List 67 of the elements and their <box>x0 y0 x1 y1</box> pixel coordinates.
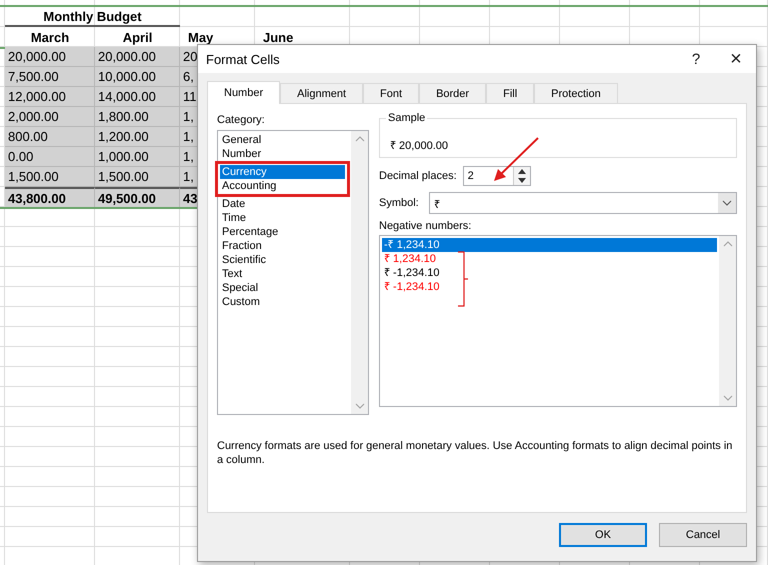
category-item[interactable]: Time <box>220 211 349 225</box>
table-cell[interactable]: 14,000.00 <box>95 87 180 107</box>
category-item[interactable]: Text <box>220 267 349 281</box>
total-cell[interactable]: 43,800.00 <box>5 187 95 207</box>
scroll-down-icon[interactable] <box>354 403 364 409</box>
scrollbar[interactable] <box>351 131 368 414</box>
negative-format-item[interactable]: ₹ -1,234.10 <box>382 266 717 280</box>
help-button[interactable]: ? <box>676 46 716 72</box>
decimal-places-spinner[interactable]: 2 <box>462 166 531 186</box>
table-cell[interactable]: 20,000.00 <box>95 47 180 67</box>
decimal-places-label: Decimal places: <box>379 170 457 182</box>
table-cell[interactable]: 1,200.00 <box>95 127 180 147</box>
table-cell[interactable]: 1,500.00 <box>95 167 180 187</box>
description-text: Currency formats are used for general monetary values. Use Accounting formats to align decimal points in a column. <box>217 439 734 467</box>
table-cell[interactable]: 10,000.00 <box>95 67 180 87</box>
category-item[interactable]: Custom <box>220 295 349 309</box>
category-item[interactable]: Special <box>220 281 349 295</box>
symbol-label: Symbol: <box>379 197 419 209</box>
negative-format-item[interactable]: ₹ -1,234.10 <box>382 280 717 294</box>
bracket-mark <box>457 251 469 307</box>
category-item[interactable]: General <box>220 133 349 147</box>
category-item[interactable]: Date <box>220 197 349 211</box>
spin-down-icon[interactable] <box>518 178 526 183</box>
ok-button[interactable]: OK <box>559 523 647 547</box>
column-header: March <box>30 28 70 46</box>
symbol-dropdown[interactable]: ₹ <box>428 192 737 214</box>
chevron-down-icon[interactable] <box>722 200 732 206</box>
close-button[interactable]: × <box>716 46 756 72</box>
table-cell[interactable]: 800.00 <box>5 127 95 147</box>
tab[interactable]: Font <box>363 83 420 103</box>
tab[interactable]: Number <box>207 81 280 104</box>
cancel-button[interactable]: Cancel <box>659 523 747 547</box>
tab[interactable]: Border <box>419 83 486 103</box>
table-cell[interactable]: 20,000.00 <box>5 47 95 67</box>
category-item[interactable]: Number <box>220 147 349 161</box>
tab[interactable]: Fill <box>486 83 534 103</box>
table-cell[interactable]: 1,800.00 <box>95 107 180 127</box>
negative-format-item[interactable]: -₹ 1,234.10 <box>382 238 717 252</box>
spin-up-icon[interactable] <box>518 169 526 174</box>
scroll-up-icon[interactable] <box>354 136 364 142</box>
table-cell[interactable]: 1,500.00 <box>5 167 95 187</box>
sample-label: Sample <box>386 112 428 124</box>
total-cell[interactable]: 49,500.00 <box>95 187 180 207</box>
category-item[interactable]: Scientific <box>220 253 349 267</box>
sheet-title: Monthly Budget <box>5 7 180 27</box>
scroll-down-icon[interactable] <box>722 395 732 401</box>
column-header: May <box>187 28 214 46</box>
category-label: Category: <box>217 114 266 126</box>
sample-value: ₹ 20,000.00 <box>390 139 448 152</box>
table-cell[interactable]: 0.00 <box>5 147 95 167</box>
dialog-title: Format Cells <box>206 52 281 66</box>
scroll-up-icon[interactable] <box>722 241 732 247</box>
column-header: June <box>262 28 294 46</box>
table-cell[interactable]: 7,500.00 <box>5 67 95 87</box>
tab[interactable]: Alignment <box>280 83 364 103</box>
table-cell[interactable]: 1,000.00 <box>95 147 180 167</box>
negative-format-item[interactable]: ₹ 1,234.10 <box>382 252 717 266</box>
category-item[interactable]: Currency <box>220 165 345 179</box>
tab[interactable]: Protection <box>534 83 618 103</box>
scrollbar[interactable] <box>719 236 736 406</box>
category-item[interactable]: Percentage <box>220 225 349 239</box>
category-item[interactable]: Accounting <box>220 179 345 193</box>
table-cell[interactable]: 12,000.00 <box>5 87 95 107</box>
category-item[interactable]: Fraction <box>220 239 349 253</box>
column-header: April <box>122 28 154 47</box>
table-cell[interactable]: 2,000.00 <box>5 107 95 127</box>
negative-numbers-label: Negative numbers: <box>379 220 472 232</box>
